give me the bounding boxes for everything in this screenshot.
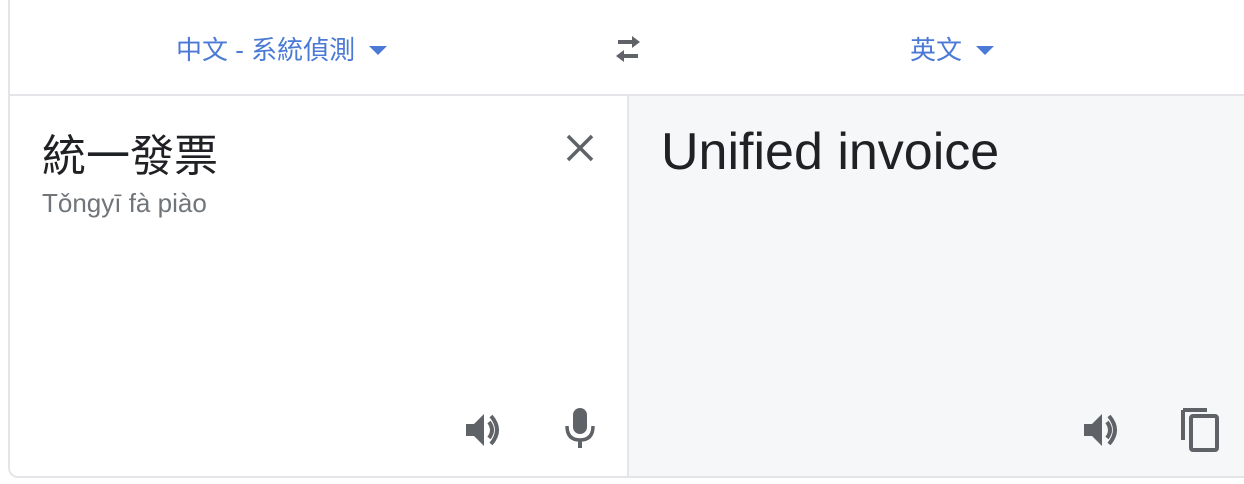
speaker-icon[interactable] bbox=[1078, 406, 1126, 454]
microphone-icon[interactable] bbox=[560, 404, 600, 454]
copy-icon[interactable] bbox=[1177, 402, 1225, 454]
speaker-icon[interactable] bbox=[460, 406, 508, 454]
close-icon[interactable] bbox=[560, 128, 600, 168]
translated-text: Unified invoice bbox=[661, 123, 1000, 181]
source-panel[interactable]: 統一發票 Tǒngyī fà piào bbox=[10, 96, 628, 476]
target-panel: Unified invoice bbox=[629, 96, 1244, 476]
swap-arrows-icon[interactable] bbox=[606, 30, 650, 70]
language-bar: 中文 - 系統偵測 英文 bbox=[10, 0, 1244, 96]
target-language-selector[interactable]: 英文 bbox=[910, 30, 995, 66]
chevron-down-icon bbox=[369, 45, 388, 55]
source-transliteration: Tǒngyī fà piào bbox=[42, 188, 207, 218]
target-language-label: 英文 bbox=[910, 34, 963, 65]
translate-card: 中文 - 系統偵測 英文 統一發票 Tǒngyī fà piào Unified… bbox=[8, 0, 1244, 478]
source-language-selector[interactable]: 中文 - 系統偵測 bbox=[176, 30, 388, 66]
source-language-label: 中文 - 系統偵測 bbox=[176, 34, 356, 65]
chevron-down-icon bbox=[976, 45, 995, 55]
source-text[interactable]: 統一發票 bbox=[42, 120, 218, 184]
